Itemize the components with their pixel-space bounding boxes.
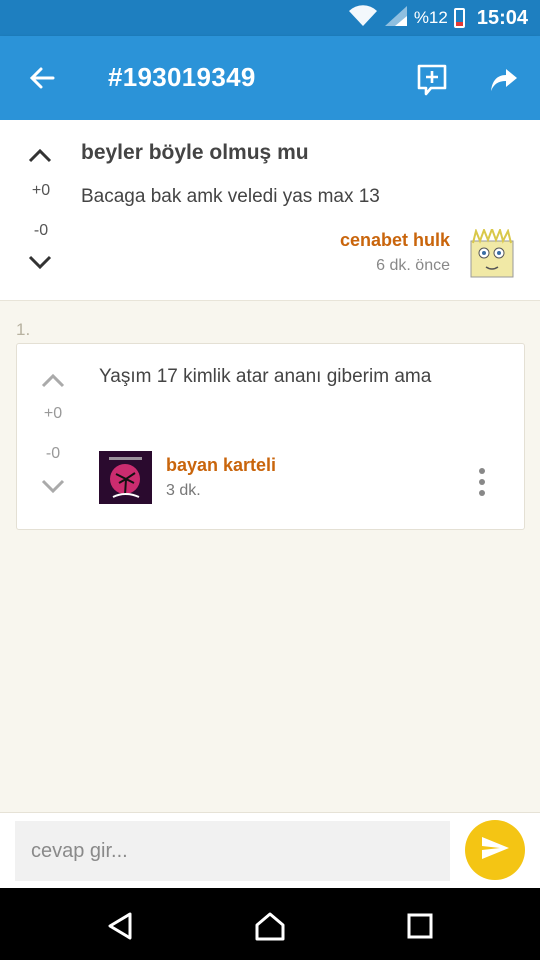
comment-upvote-count: +0 <box>43 405 63 422</box>
post-body: Bacaga bak amk veledi yas max 13 <box>81 186 380 207</box>
send-icon <box>480 835 510 866</box>
nav-recents-icon[interactable] <box>400 906 440 946</box>
signal-icon <box>384 5 408 32</box>
avatar[interactable] <box>468 226 516 279</box>
status-bar: %12 15:04 <box>0 0 540 36</box>
comment-text: Yaşım 17 kimlik atar ananı giberim ama <box>99 366 432 387</box>
nav-home-icon[interactable] <box>250 906 290 946</box>
comment-index: 1. <box>16 320 31 339</box>
comment-downvote-count: -0 <box>45 445 61 462</box>
post-author[interactable]: cenabet hulk <box>340 230 450 251</box>
wifi-icon <box>348 4 378 32</box>
share-icon[interactable] <box>484 60 524 100</box>
post-time: 6 dk. önce <box>376 257 450 274</box>
post-downvote-count: -0 <box>33 222 49 239</box>
page-title: #193019349 <box>108 62 256 92</box>
reply-input[interactable] <box>15 821 450 881</box>
back-arrow-icon[interactable] <box>22 58 62 98</box>
nav-back-icon[interactable] <box>100 906 140 946</box>
comment-downvote-icon[interactable] <box>41 478 65 499</box>
battery-icon <box>453 8 465 28</box>
system-nav-bar <box>0 888 540 960</box>
battery-percent: %12 <box>413 8 448 27</box>
more-vert-icon[interactable] <box>472 466 492 498</box>
comment-author[interactable]: bayan karteli <box>166 455 276 476</box>
comment-upvote-icon[interactable] <box>41 373 65 394</box>
post-upvote-icon[interactable] <box>28 148 52 169</box>
post-downvote-icon[interactable] <box>28 254 52 275</box>
clock: 15:04 <box>476 6 528 29</box>
app-bar: #193019349 <box>0 36 540 120</box>
send-button[interactable] <box>465 820 525 880</box>
comment-time: 3 dk. <box>166 482 201 499</box>
post-title: beyler böyle olmuş mu <box>81 141 309 164</box>
post-upvote-count: +0 <box>31 182 51 199</box>
add-comment-icon[interactable] <box>412 60 452 100</box>
avatar[interactable] <box>99 451 152 504</box>
